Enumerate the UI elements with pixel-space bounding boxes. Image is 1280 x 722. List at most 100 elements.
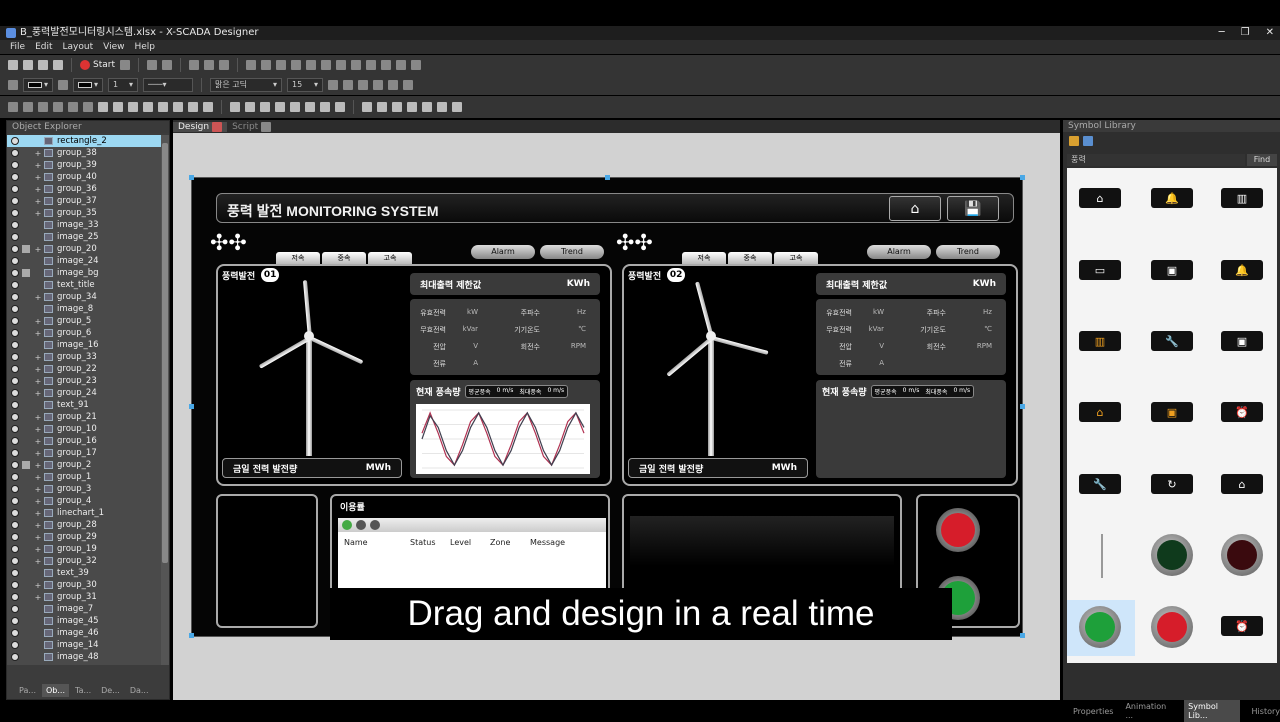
lock-icon[interactable] <box>22 281 30 289</box>
bell-symbol[interactable]: 🔔 <box>1151 188 1193 208</box>
object-list-item[interactable]: +group_23 <box>7 375 163 387</box>
menu-help[interactable]: Help <box>134 42 155 52</box>
tab-low-speed[interactable]: 저속 <box>276 252 320 264</box>
expand-icon[interactable]: + <box>34 413 42 422</box>
align-top-icon[interactable] <box>291 60 301 70</box>
trend-tool-icon[interactable] <box>392 102 402 112</box>
tab-objects[interactable]: Ob... <box>42 684 69 697</box>
tab-mid-speed[interactable]: 중속 <box>322 252 366 264</box>
settings-icon[interactable] <box>120 60 130 70</box>
visibility-icon[interactable] <box>11 605 19 613</box>
curve-tool-icon[interactable] <box>38 102 48 112</box>
alarm-tool-icon[interactable] <box>407 102 417 112</box>
dark-red-button-symbol[interactable] <box>1221 534 1263 576</box>
expand-icon[interactable]: + <box>34 533 42 542</box>
home-symbol[interactable]: ⌂ <box>1079 188 1121 208</box>
lock-icon[interactable] <box>22 401 30 409</box>
save-all-icon[interactable] <box>53 60 63 70</box>
alarm-table[interactable]: Name Status Level Zone Message <box>338 518 606 598</box>
tab-properties[interactable]: Properties <box>1073 707 1113 716</box>
expand-icon[interactable]: + <box>34 161 42 170</box>
visibility-icon[interactable] <box>11 317 19 325</box>
lock-icon[interactable] <box>22 461 30 469</box>
tab-high-speed[interactable]: 고속 <box>368 252 412 264</box>
visibility-icon[interactable] <box>11 365 19 373</box>
trend-button-1[interactable]: Trend <box>540 245 604 259</box>
lock-icon[interactable] <box>22 413 30 421</box>
cut-icon[interactable] <box>189 60 199 70</box>
object-list-item[interactable]: +group_2 <box>7 459 163 471</box>
lock-icon[interactable] <box>22 641 30 649</box>
fill-icon[interactable] <box>8 80 18 90</box>
symbol-search-input[interactable]: 풍력 <box>1067 154 1245 166</box>
tab-history[interactable]: History <box>1252 707 1280 716</box>
trend-button-2[interactable]: Trend <box>936 245 1000 259</box>
object-list[interactable]: rectangle_2+group_38+group_39+group_40+g… <box>7 135 163 665</box>
object-list-item[interactable]: +group_31 <box>7 591 163 603</box>
object-list-item[interactable]: +group_21 <box>7 411 163 423</box>
object-list-item[interactable]: image_16 <box>7 339 163 351</box>
expand-icon[interactable]: + <box>34 593 42 602</box>
visibility-icon[interactable] <box>11 545 19 553</box>
lock-icon[interactable] <box>22 197 30 205</box>
visibility-icon[interactable] <box>11 209 19 217</box>
object-list-item[interactable]: +group_34 <box>7 291 163 303</box>
lock-icon[interactable] <box>22 353 30 361</box>
expand-icon[interactable]: + <box>34 389 42 398</box>
visibility-icon[interactable] <box>11 329 19 337</box>
ellipse-tool-icon[interactable] <box>143 102 153 112</box>
save-icon[interactable] <box>38 60 48 70</box>
visibility-icon[interactable] <box>11 185 19 193</box>
control-tool-icon[interactable] <box>452 102 462 112</box>
pause-icon[interactable] <box>356 520 366 530</box>
lock-icon[interactable] <box>22 317 30 325</box>
home-alt-symbol[interactable]: ⌂ <box>1221 474 1263 494</box>
lock-icon[interactable] <box>22 269 30 277</box>
flip-v-icon[interactable] <box>411 60 421 70</box>
meter-tool-icon[interactable] <box>437 102 447 112</box>
tab-animation[interactable]: Animation ... <box>1125 702 1172 720</box>
visibility-icon[interactable] <box>11 485 19 493</box>
red-button-symbol[interactable] <box>1151 606 1193 648</box>
new-file-icon[interactable] <box>8 60 18 70</box>
object-list-item[interactable]: +group_32 <box>7 555 163 567</box>
restore-button[interactable]: ❐ <box>1241 26 1250 40</box>
selection-handle[interactable] <box>189 404 194 409</box>
object-list-item[interactable]: +group_39 <box>7 159 163 171</box>
align-middle-icon[interactable] <box>306 60 316 70</box>
visibility-icon[interactable] <box>11 149 19 157</box>
bring-front-icon[interactable] <box>366 60 376 70</box>
visibility-icon[interactable] <box>11 341 19 349</box>
widget3-icon[interactable] <box>260 102 270 112</box>
object-list-item[interactable]: text_39 <box>7 567 163 579</box>
visibility-icon[interactable] <box>11 581 19 589</box>
hmi-screen[interactable]: 풍력 발전 MONITORING SYSTEM ⌂ 💾 ✣✣ 저속 중속 고속 … <box>191 177 1023 637</box>
expand-icon[interactable]: + <box>34 245 42 254</box>
lock-icon[interactable] <box>22 245 30 253</box>
object-list-item[interactable]: +group_5 <box>7 315 163 327</box>
polygon-tool-icon[interactable] <box>113 102 123 112</box>
home-button[interactable]: ⌂ <box>889 196 941 221</box>
object-list-item[interactable]: image_46 <box>7 627 163 639</box>
tab-tags[interactable]: Ta... <box>71 684 95 697</box>
lock-icon[interactable] <box>22 533 30 541</box>
visibility-icon[interactable] <box>11 401 19 409</box>
menu-file[interactable]: File <box>10 42 25 52</box>
line-width-combo[interactable]: 1▾ <box>108 78 138 92</box>
tab-low-speed[interactable]: 저속 <box>682 252 726 264</box>
expand-icon[interactable]: + <box>34 353 42 362</box>
visibility-icon[interactable] <box>11 497 19 505</box>
expand-icon[interactable]: + <box>34 209 42 218</box>
object-list-item[interactable]: +group_35 <box>7 207 163 219</box>
visibility-icon[interactable] <box>11 557 19 565</box>
object-list-item[interactable]: +group_36 <box>7 183 163 195</box>
object-list-item[interactable]: +group_37 <box>7 195 163 207</box>
object-list-item[interactable]: text_title <box>7 279 163 291</box>
paste-icon[interactable] <box>219 60 229 70</box>
bold-icon[interactable] <box>328 80 338 90</box>
underline-icon[interactable] <box>358 80 368 90</box>
lock-icon[interactable] <box>22 545 30 553</box>
visibility-icon[interactable] <box>11 473 19 481</box>
widget7-icon[interactable] <box>320 102 330 112</box>
widget4-icon[interactable] <box>275 102 285 112</box>
